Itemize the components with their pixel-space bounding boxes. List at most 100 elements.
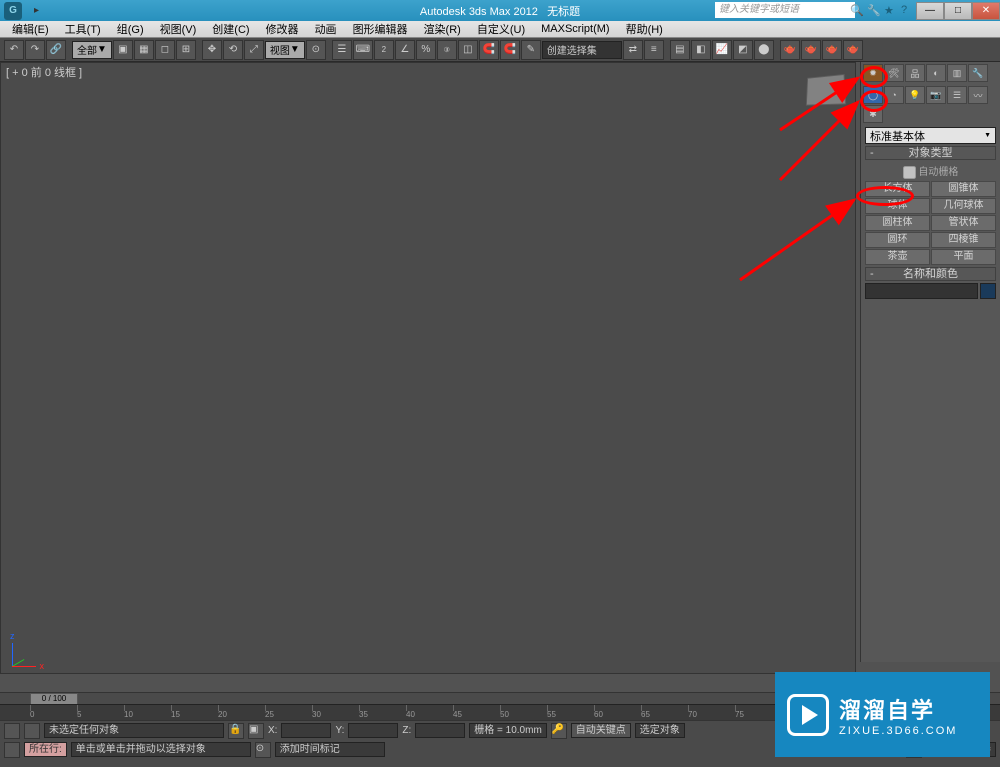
mini-listener-icon2[interactable] <box>24 723 40 739</box>
cone-button[interactable]: 圆锥体 <box>931 181 996 197</box>
x-input[interactable] <box>281 723 331 738</box>
material-editor-button[interactable]: ⬤ <box>754 40 774 60</box>
menu-animation[interactable]: 动画 <box>307 21 345 37</box>
snap-button[interactable]: 2 <box>374 40 394 60</box>
edged-faces-button[interactable]: ◫ <box>458 40 478 60</box>
tube-button[interactable]: 管状体 <box>931 215 996 231</box>
teapot-button[interactable]: 茶壶 <box>865 249 930 265</box>
app-icon[interactable]: G <box>4 2 22 20</box>
viewport-label[interactable]: [ + 0 前 0 线框 ] <box>6 64 82 80</box>
box-button[interactable]: 长方体 <box>865 181 930 197</box>
sphere-button[interactable]: 球体 <box>865 198 930 214</box>
menu-group[interactable]: 组(G) <box>109 21 152 37</box>
geometry-subtab[interactable]: ◯ <box>863 86 883 104</box>
plane-button[interactable]: 平面 <box>931 249 996 265</box>
angle-snap-button[interactable]: ∠ <box>395 40 415 60</box>
render-prod-button[interactable]: 🫖 <box>843 40 863 60</box>
percent-snap-button[interactable]: % <box>416 40 436 60</box>
cameras-subtab[interactable]: 📷 <box>926 86 946 104</box>
redo-button[interactable]: ↷ <box>25 40 45 60</box>
maximize-button[interactable]: □ <box>944 2 972 20</box>
magnet-button[interactable]: 🧲 <box>479 40 499 60</box>
select-button[interactable]: ▣ <box>113 40 133 60</box>
named-selection-dropdown[interactable]: 创建选择集 <box>542 41 622 59</box>
script-icon[interactable] <box>4 742 20 758</box>
edit-named-button[interactable]: ✎ <box>521 40 541 60</box>
render-frame-button[interactable]: 🫖 <box>801 40 821 60</box>
viewcube[interactable] <box>806 74 846 106</box>
magnet2-button[interactable]: 🧲 <box>500 40 520 60</box>
shapes-subtab[interactable]: ◔ <box>884 86 904 104</box>
align-button[interactable]: ≡ <box>644 40 664 60</box>
autogrid-checkbox[interactable]: 自动栅格 <box>865 162 996 180</box>
layer-button[interactable]: ▤ <box>670 40 690 60</box>
spinner-snap-button[interactable]: ③ <box>437 40 457 60</box>
close-button[interactable]: ✕ <box>972 2 1000 20</box>
render-setup-button[interactable]: 🫖 <box>780 40 800 60</box>
key-icon[interactable]: 🔧 <box>867 4 881 18</box>
render-button[interactable]: 🫖 <box>822 40 842 60</box>
menu-help[interactable]: 帮助(H) <box>618 21 671 37</box>
star-icon[interactable]: ★ <box>884 4 898 18</box>
help-search-input[interactable]: 键入关键字或短语 <box>715 2 855 18</box>
helpers-subtab[interactable]: ☰ <box>947 86 967 104</box>
scale-button[interactable]: ⤢ <box>244 40 264 60</box>
menu-maxscript[interactable]: MAXScript(M) <box>533 23 617 35</box>
name-input[interactable] <box>865 283 978 299</box>
autokey-button[interactable]: 自动关键点 <box>571 723 631 738</box>
pivot-button[interactable]: ⊙ <box>306 40 326 60</box>
torus-button[interactable]: 圆环 <box>865 232 930 248</box>
name-color-rollout[interactable]: 名称和颜色 <box>865 267 996 281</box>
undo-button[interactable]: ↶ <box>4 40 24 60</box>
key-icon[interactable]: 🔑 <box>551 723 567 739</box>
graphite-button[interactable]: ◧ <box>691 40 711 60</box>
menu-grapheditors[interactable]: 图形编辑器 <box>345 21 416 37</box>
modify-tab[interactable]: 🛠 <box>884 64 904 82</box>
lights-subtab[interactable]: 💡 <box>905 86 925 104</box>
schematic-button[interactable]: ◩ <box>733 40 753 60</box>
menu-view[interactable]: 视图(V) <box>152 21 205 37</box>
z-input[interactable] <box>415 723 465 738</box>
quick-access-arrow[interactable]: ▸ <box>34 5 39 16</box>
mini-listener-icon[interactable] <box>4 723 20 739</box>
help-icon[interactable]: ? <box>901 4 915 18</box>
lock-button[interactable]: 🔒 <box>228 723 244 739</box>
geosphere-button[interactable]: 几何球体 <box>931 198 996 214</box>
object-type-rollout[interactable]: 对象类型 <box>865 146 996 160</box>
select-region-button[interactable]: ◻ <box>155 40 175 60</box>
rotate-button[interactable]: ⟲ <box>223 40 243 60</box>
create-tab[interactable]: ✹ <box>863 64 883 82</box>
menu-customize[interactable]: 自定义(U) <box>469 21 533 37</box>
menu-modifiers[interactable]: 修改器 <box>258 21 307 37</box>
link-button[interactable]: 🔗 <box>46 40 66 60</box>
category-dropdown[interactable]: 标准基本体 <box>865 127 996 144</box>
y-input[interactable] <box>348 723 398 738</box>
search-icon[interactable]: 🔍 <box>850 4 864 18</box>
ref-coord-dropdown[interactable]: 视图 ▼ <box>265 41 305 59</box>
selset-status[interactable]: 选定对象 <box>635 723 685 738</box>
pyramid-button[interactable]: 四棱锥 <box>931 232 996 248</box>
hierarchy-tab[interactable]: 品 <box>905 64 925 82</box>
systems-subtab[interactable]: ✱ <box>863 105 883 123</box>
utilities-tab[interactable]: 🔧 <box>968 64 988 82</box>
keyboard-shortcut-button[interactable]: ⌨ <box>353 40 373 60</box>
menu-render[interactable]: 渲染(R) <box>416 21 469 37</box>
minimize-button[interactable]: — <box>916 2 944 20</box>
menu-edit[interactable]: 编辑(E) <box>4 21 57 37</box>
manipulate-button[interactable]: ☰ <box>332 40 352 60</box>
isolate-button[interactable]: ▣ <box>248 723 264 739</box>
move-button[interactable]: ✥ <box>202 40 222 60</box>
spacewarps-subtab[interactable]: 〰 <box>968 86 988 104</box>
menu-tools[interactable]: 工具(T) <box>57 21 109 37</box>
color-swatch[interactable] <box>980 283 996 299</box>
viewport[interactable] <box>0 62 856 674</box>
mirror-button[interactable]: ⇄ <box>623 40 643 60</box>
window-crossing-button[interactable]: ⊞ <box>176 40 196 60</box>
motion-tab[interactable]: ◐ <box>926 64 946 82</box>
selection-filter[interactable]: 全部 ▼ <box>72 41 112 59</box>
curve-editor-button[interactable]: 📈 <box>712 40 732 60</box>
menu-create[interactable]: 创建(C) <box>204 21 257 37</box>
cylinder-button[interactable]: 圆柱体 <box>865 215 930 231</box>
select-name-button[interactable]: ▦ <box>134 40 154 60</box>
display-tab[interactable]: ▥ <box>947 64 967 82</box>
